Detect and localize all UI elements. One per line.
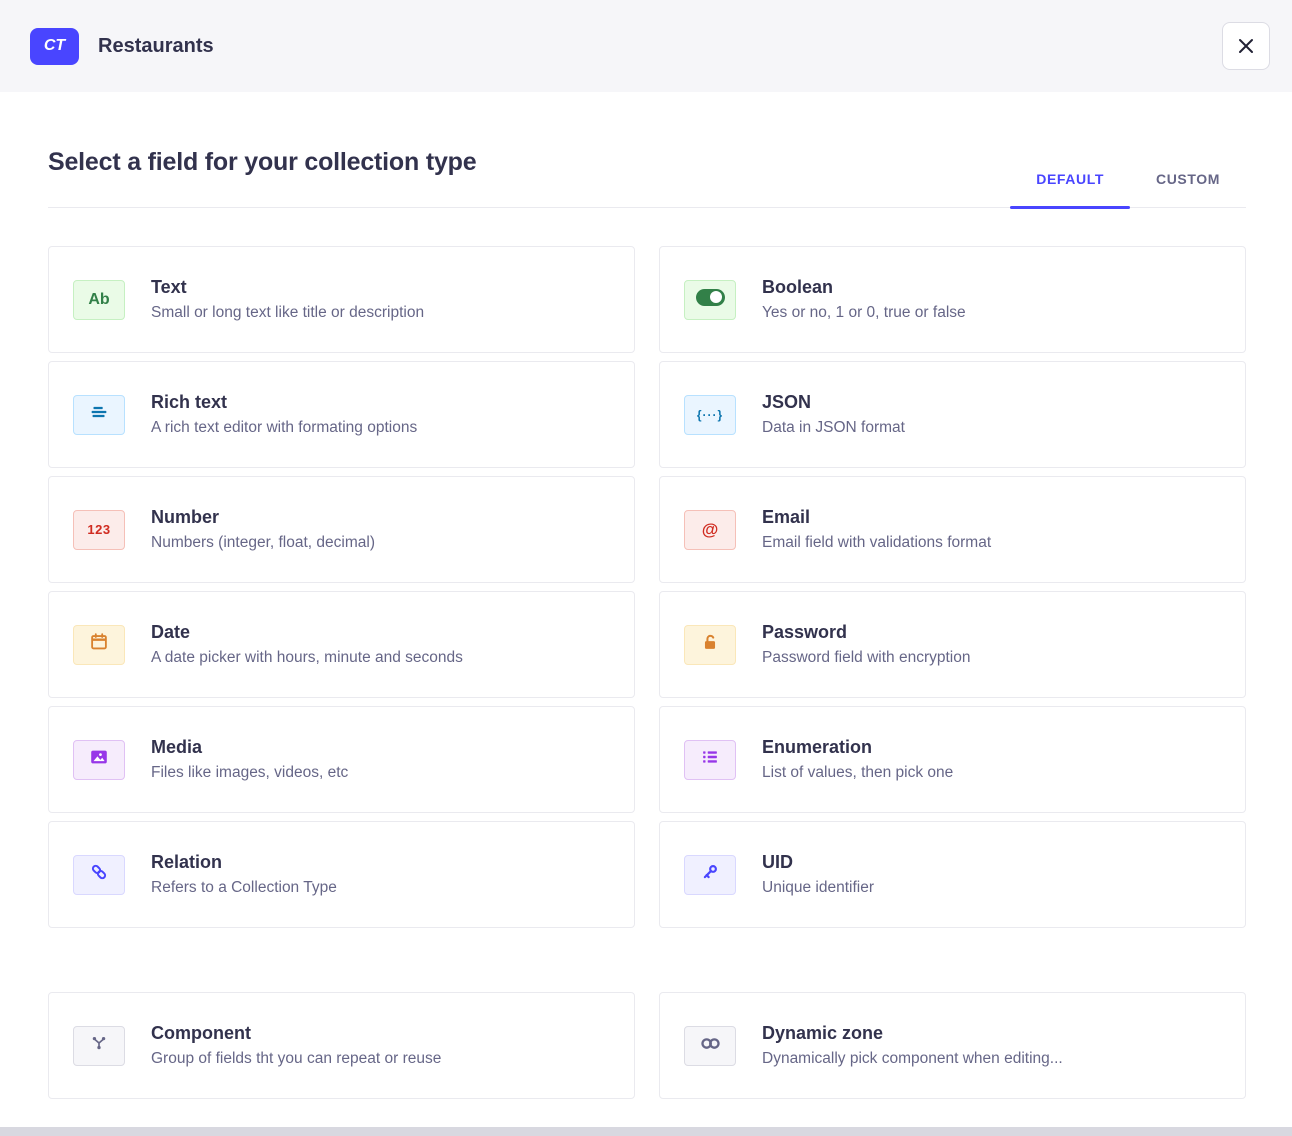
field-title: Date bbox=[151, 622, 463, 643]
field-card-dynamic-zone[interactable]: Dynamic zone Dynamically pick component … bbox=[659, 992, 1246, 1099]
at-sign-icon: @ bbox=[702, 520, 719, 540]
field-type-tile bbox=[73, 395, 125, 435]
field-card-component[interactable]: Component Group of fields tht you can re… bbox=[48, 992, 635, 1099]
field-title: Relation bbox=[151, 852, 337, 873]
modal-header: CT Restaurants bbox=[0, 0, 1292, 92]
field-title: Enumeration bbox=[762, 737, 953, 758]
field-description: Data in JSON format bbox=[762, 419, 905, 437]
field-card-uid[interactable]: UID Unique identifier bbox=[659, 821, 1246, 928]
field-title: Component bbox=[151, 1023, 441, 1044]
lock-icon bbox=[699, 631, 721, 658]
field-description: Small or long text like title or descrip… bbox=[151, 304, 424, 322]
bullet-list-icon bbox=[699, 746, 721, 773]
text-ab-icon: Ab bbox=[88, 291, 109, 309]
close-button[interactable] bbox=[1222, 22, 1270, 70]
field-card-text[interactable]: Ab Text Small or long text like title or… bbox=[48, 246, 635, 353]
field-card-password[interactable]: Password Password field with encryption bbox=[659, 591, 1246, 698]
field-description: Unique identifier bbox=[762, 879, 874, 897]
tab-default[interactable]: DEFAULT bbox=[1010, 171, 1130, 207]
close-icon bbox=[1235, 35, 1257, 57]
bottom-divider bbox=[0, 1127, 1292, 1136]
field-type-tile: 123 bbox=[73, 510, 125, 550]
field-description: Password field with encryption bbox=[762, 649, 971, 667]
field-card-json[interactable]: {···} JSON Data in JSON format bbox=[659, 361, 1246, 468]
infinity-icon bbox=[698, 1031, 723, 1061]
field-title: Boolean bbox=[762, 277, 966, 298]
field-title: Text bbox=[151, 277, 424, 298]
field-card-number[interactable]: 123 Number Numbers (integer, float, deci… bbox=[48, 476, 635, 583]
key-icon bbox=[699, 861, 721, 888]
field-type-tile bbox=[73, 625, 125, 665]
field-card-richtext[interactable]: Rich text A rich text editor with format… bbox=[48, 361, 635, 468]
field-type-tile bbox=[73, 1026, 125, 1066]
toggle-icon bbox=[696, 289, 725, 311]
field-title: Rich text bbox=[151, 392, 417, 413]
field-card-enumeration[interactable]: Enumeration List of values, then pick on… bbox=[659, 706, 1246, 813]
field-description: Yes or no, 1 or 0, true or false bbox=[762, 304, 966, 322]
field-description: Numbers (integer, float, decimal) bbox=[151, 534, 375, 552]
field-type-tile bbox=[684, 280, 736, 320]
text-lines-icon bbox=[88, 401, 110, 428]
field-type-tile bbox=[684, 855, 736, 895]
field-type-tile bbox=[73, 855, 125, 895]
page-title: Select a field for your collection type bbox=[48, 148, 476, 177]
field-card-email[interactable]: @ Email Email field with validations for… bbox=[659, 476, 1246, 583]
field-title: Password bbox=[762, 622, 971, 643]
field-type-tile bbox=[684, 625, 736, 665]
field-title: Media bbox=[151, 737, 348, 758]
field-title: UID bbox=[762, 852, 874, 873]
picture-icon bbox=[88, 746, 110, 773]
field-title: Number bbox=[151, 507, 375, 528]
field-description: List of values, then pick one bbox=[762, 764, 953, 782]
field-type-tile: {···} bbox=[684, 395, 736, 435]
json-braces-icon: {···} bbox=[697, 406, 723, 424]
tab-bar: DEFAULT CUSTOM bbox=[1010, 171, 1246, 207]
field-title: JSON bbox=[762, 392, 905, 413]
default-fields-grid: Ab Text Small or long text like title or… bbox=[48, 246, 1246, 928]
field-description: Group of fields tht you can repeat or re… bbox=[151, 1050, 441, 1068]
advanced-fields-grid: Component Group of fields tht you can re… bbox=[48, 992, 1246, 1099]
field-type-tile: @ bbox=[684, 510, 736, 550]
field-title: Dynamic zone bbox=[762, 1023, 1063, 1044]
calendar-icon bbox=[88, 631, 110, 658]
tab-custom[interactable]: CUSTOM bbox=[1130, 171, 1246, 207]
field-picker-body: Select a field for your collection type … bbox=[0, 92, 1292, 1099]
titlebar: Select a field for your collection type … bbox=[48, 148, 1246, 208]
number-123-icon: 123 bbox=[87, 521, 110, 539]
field-card-boolean[interactable]: Boolean Yes or no, 1 or 0, true or false bbox=[659, 246, 1246, 353]
collection-name: Restaurants bbox=[98, 35, 214, 58]
field-type-tile bbox=[73, 740, 125, 780]
field-description: Email field with validations format bbox=[762, 534, 991, 552]
field-card-date[interactable]: Date A date picker with hours, minute an… bbox=[48, 591, 635, 698]
field-title: Email bbox=[762, 507, 991, 528]
component-nodes-icon bbox=[88, 1032, 110, 1059]
field-card-relation[interactable]: Relation Refers to a Collection Type bbox=[48, 821, 635, 928]
field-card-media[interactable]: Media Files like images, videos, etc bbox=[48, 706, 635, 813]
field-description: Dynamically pick component when editing.… bbox=[762, 1050, 1063, 1068]
field-type-tile: Ab bbox=[73, 280, 125, 320]
field-description: A rich text editor with formating option… bbox=[151, 419, 417, 437]
field-type-tile bbox=[684, 740, 736, 780]
collection-type-badge: CT bbox=[30, 28, 79, 65]
field-type-tile bbox=[684, 1026, 736, 1066]
field-description: A date picker with hours, minute and sec… bbox=[151, 649, 463, 667]
chain-link-icon bbox=[88, 861, 110, 888]
field-description: Refers to a Collection Type bbox=[151, 879, 337, 897]
field-description: Files like images, videos, etc bbox=[151, 764, 348, 782]
